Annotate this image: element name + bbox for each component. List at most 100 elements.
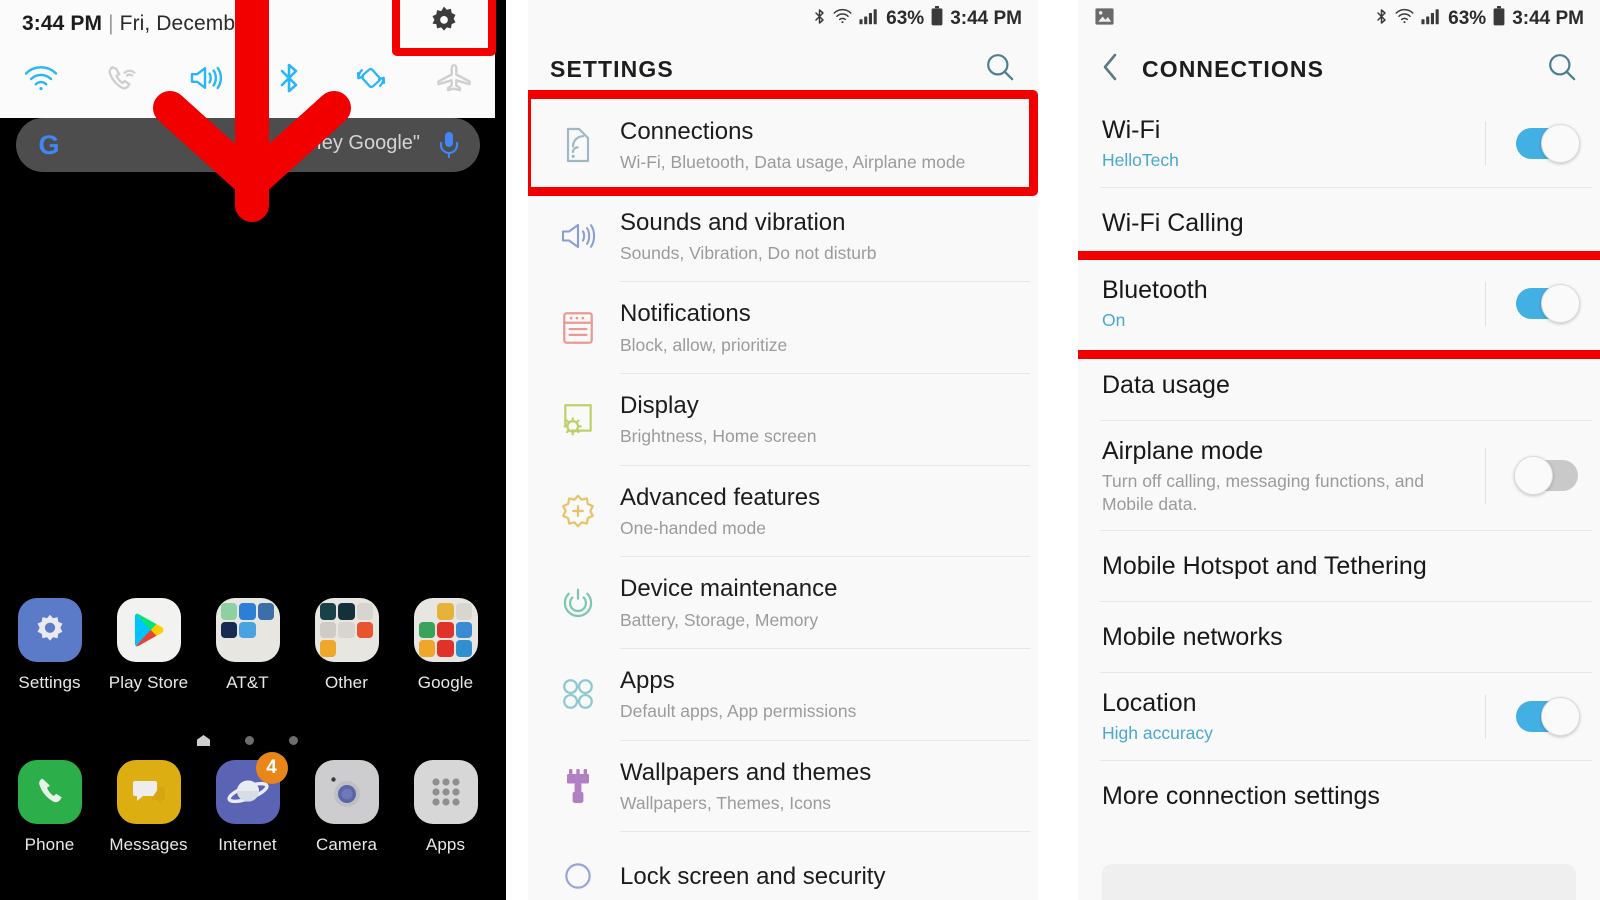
toggle-knob xyxy=(1541,284,1580,324)
settings-item-lock-screen-and-security[interactable]: Lock screen and security xyxy=(528,832,1038,900)
connections-item-text: Data usage xyxy=(1102,370,1578,400)
home-page-dot-active[interactable] xyxy=(197,735,210,746)
home-app-label: Internet xyxy=(218,835,277,854)
wifi-toggle-icon[interactable] xyxy=(0,63,83,93)
quick-settings-drag-handle[interactable] xyxy=(241,104,263,113)
settings-item-title: Sounds and vibration xyxy=(620,208,846,236)
phone-home-screen-panel: 3:44 PM | Fri, December G Hey Google" Se… xyxy=(0,0,506,900)
home-app-row-1: Settings Play Store AT&T Other Google xyxy=(0,598,495,693)
connections-item-mobile-hotspot-and-tethering[interactable]: Mobile Hotspot and Tethering xyxy=(1078,531,1600,601)
connections-statusbar-right: 63% 3:44 PM xyxy=(1375,6,1584,32)
wifi-toggle[interactable] xyxy=(1516,123,1580,163)
settings-item-subtitle: Wi-Fi, Bluetooth, Data usage, Airplane m… xyxy=(620,152,966,173)
statusbar-signal-icon xyxy=(859,8,879,31)
connections-item-text: More connection settings xyxy=(1102,781,1578,811)
statusbar-battery-percent: 63% xyxy=(886,8,925,29)
connections-item-airplane-mode[interactable]: Airplane mode Turn off calling, messagin… xyxy=(1078,421,1600,531)
home-app-settings[interactable]: Settings xyxy=(0,598,99,693)
settings-gear-highlight-box[interactable] xyxy=(392,0,496,56)
connections-item-mobile-networks[interactable]: Mobile networks xyxy=(1078,602,1600,672)
home-app-label: Apps xyxy=(425,835,466,854)
home-app-phone[interactable]: Phone xyxy=(0,760,99,855)
apps-drawer-icon xyxy=(413,760,478,824)
home-app-play-store[interactable]: Play Store xyxy=(99,598,198,693)
statusbar-battery-icon xyxy=(1493,6,1505,32)
home-app-camera[interactable]: Camera xyxy=(297,760,396,855)
settings-item-display[interactable]: Display Brightness, Home screen xyxy=(528,374,1038,465)
statusbar-battery-icon xyxy=(931,6,943,32)
settings-item-sounds-and-vibration[interactable]: Sounds and vibration Sounds, Vibration, … xyxy=(528,191,1038,282)
connections-item-title: Bluetooth xyxy=(1102,276,1208,305)
connections-item-subtitle: HelloTech xyxy=(1102,150,1179,170)
connections-item-location[interactable]: Location High accuracy xyxy=(1078,673,1600,760)
home-app-apps-drawer[interactable]: Apps xyxy=(396,760,495,855)
connections-item-title: Location xyxy=(1102,689,1197,718)
settings-item-notifications[interactable]: Notifications Block, allow, prioritize xyxy=(528,282,1038,373)
search-icon[interactable] xyxy=(1546,51,1578,88)
connections-statusbar: 63% 3:44 PM xyxy=(1078,0,1600,38)
back-chevron-icon[interactable] xyxy=(1100,51,1120,88)
settings-item-advanced-features[interactable]: Advanced features One-handed mode xyxy=(528,466,1038,557)
settings-item-title: Device maintenance xyxy=(620,575,838,603)
airplane-mode-toggle-icon[interactable] xyxy=(413,62,496,94)
gear-icon[interactable] xyxy=(429,5,459,40)
settings-item-device-maintenance[interactable]: Device maintenance Battery, Storage, Mem… xyxy=(528,557,1038,648)
settings-item-connections[interactable]: Connections Wi-Fi, Bluetooth, Data usage… xyxy=(528,100,1038,191)
settings-item-text: Lock screen and security xyxy=(620,862,1016,891)
home-app-label: Other xyxy=(324,673,369,692)
settings-item-apps[interactable]: Apps Default apps, App permissions xyxy=(528,649,1038,740)
home-app-att[interactable]: AT&T xyxy=(198,598,297,693)
connections-item-bluetooth[interactable]: Bluetooth On xyxy=(1078,258,1600,350)
home-page-dot[interactable] xyxy=(289,736,298,745)
home-app-label: Play Store xyxy=(108,673,189,692)
connections-item-title: Data usage xyxy=(1102,370,1230,399)
connections-item-subtitle: High accuracy xyxy=(1102,723,1213,744)
home-app-google[interactable]: Google xyxy=(396,598,495,693)
settings-item-wallpapers-and-themes[interactable]: Wallpapers and themes Wallpapers, Themes… xyxy=(528,741,1038,832)
search-icon[interactable] xyxy=(984,51,1016,88)
settings-title-bar: SETTINGS xyxy=(528,38,1038,100)
apps-icon xyxy=(550,676,606,712)
settings-item-subtitle: Brightness, Home screen xyxy=(620,426,817,447)
settings-item-text: Advanced features One-handed mode xyxy=(620,483,1016,540)
settings-item-text: Notifications Block, allow, prioritize xyxy=(620,299,1016,356)
connections-item-text: Airplane mode Turn off calling, messagin… xyxy=(1102,436,1485,516)
connections-item-wifi[interactable]: Wi-Fi HelloTech xyxy=(1078,100,1600,187)
connections-item-text: Location High accuracy xyxy=(1102,688,1485,745)
home-app-other[interactable]: Other xyxy=(297,598,396,693)
phone-app-icon xyxy=(17,760,82,824)
connections-item-data-usage[interactable]: Data usage xyxy=(1078,350,1600,420)
play-store-app-icon xyxy=(116,598,181,662)
sound-toggle-icon[interactable] xyxy=(165,63,248,93)
connections-item-wifi-calling[interactable]: Wi-Fi Calling xyxy=(1078,188,1600,258)
toggle-knob xyxy=(1541,697,1580,737)
airplane-mode-toggle[interactable] xyxy=(1514,456,1578,495)
att-folder-icon xyxy=(215,598,280,662)
home-app-messages[interactable]: Messages xyxy=(99,760,198,855)
home-app-internet[interactable]: 4 Internet xyxy=(198,752,297,855)
google-search-bar[interactable]: G Hey Google" xyxy=(16,118,480,172)
auto-rotate-toggle-icon[interactable] xyxy=(330,62,413,94)
looking-for-something-else-card[interactable]: LOOKING FOR SOMETHING ELSE? xyxy=(1102,864,1576,900)
connections-item-subtitle: Turn off calling, messaging functions, a… xyxy=(1102,470,1424,514)
bluetooth-toggle[interactable] xyxy=(1516,284,1580,324)
connections-title-bar: CONNECTIONS xyxy=(1078,38,1600,100)
connections-icon xyxy=(550,123,606,167)
toggle-separator xyxy=(1485,281,1486,326)
quick-settings-date: Fri, December xyxy=(119,12,254,35)
statusbar-battery-percent: 63% xyxy=(1448,8,1487,29)
home-page-dot[interactable] xyxy=(245,736,254,745)
settings-item-text: Device maintenance Battery, Storage, Mem… xyxy=(620,574,1016,631)
wifi-calling-toggle-icon[interactable] xyxy=(83,63,166,93)
settings-statusbar-right: 63% 3:44 PM xyxy=(813,6,1022,32)
mic-icon[interactable] xyxy=(438,131,460,164)
bluetooth-toggle-icon[interactable] xyxy=(248,62,331,94)
settings-item-title: Apps xyxy=(620,666,675,694)
connections-item-text: Mobile networks xyxy=(1102,622,1578,652)
connections-item-more-connection-settings[interactable]: More connection settings xyxy=(1078,761,1600,831)
location-toggle[interactable] xyxy=(1516,697,1580,737)
settings-list: Connections Wi-Fi, Bluetooth, Data usage… xyxy=(528,100,1038,900)
connections-list: Wi-Fi HelloTech Wi-Fi Calling Bluetooth … xyxy=(1078,100,1600,900)
quick-settings-separator: | xyxy=(108,12,114,35)
wallpapers-themes-icon xyxy=(550,767,606,805)
